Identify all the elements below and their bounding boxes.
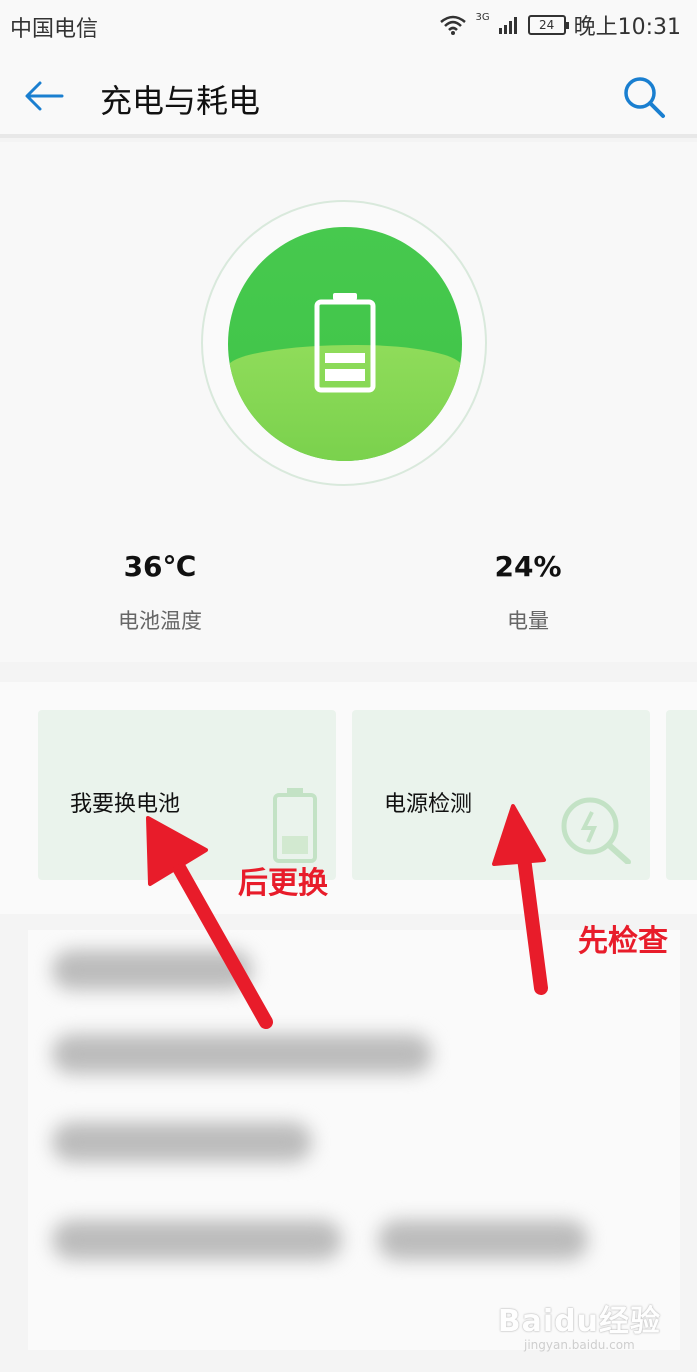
battery-status-icon: 24 [527, 15, 569, 35]
battery-level-value: 24% [494, 550, 562, 583]
battery-gauge [228, 227, 462, 461]
battery-temperature-stat: 36℃ 电池温度 [60, 550, 260, 635]
baidu-jingyan-watermark: Baidu经验 jingyan.baidu.com [498, 1296, 661, 1352]
blurred-row [52, 1034, 432, 1074]
status-time: 晚上10:31 [573, 15, 681, 40]
next-card-peek[interactable] [666, 710, 697, 880]
blurred-list [28, 930, 680, 1350]
replace-battery-card[interactable]: 我要换电池 [38, 710, 336, 880]
temperature-value: 36℃ [123, 550, 197, 583]
status-indicators: 3G 24 晚上10:31 [439, 9, 681, 41]
network-type: 3G [475, 11, 490, 23]
temperature-label: 电池温度 [118, 609, 202, 633]
replace-later-note: 后更换 [238, 866, 328, 901]
check-first-note: 先检查 [578, 924, 668, 959]
back-arrow-icon[interactable] [22, 74, 66, 118]
blurred-row [52, 1220, 342, 1260]
search-icon[interactable] [621, 74, 667, 120]
app-bar: 充电与耗电 [0, 52, 697, 138]
battery-icon [273, 788, 317, 863]
battery-level-icon [314, 293, 376, 393]
watermark-url: jingyan.baidu.com [524, 1338, 635, 1352]
signal-icon [498, 17, 517, 34]
page-title: 充电与耗电 [100, 82, 261, 120]
battery-gauge-ring [201, 200, 487, 486]
action-cards: 我要换电池 电源检测 [0, 682, 697, 914]
power-check-label: 电源检测 [384, 792, 473, 817]
blurred-row [52, 1122, 312, 1162]
battery-overview: 36℃ 电池温度 24% 电量 [0, 142, 697, 662]
power-check-card[interactable]: 电源检测 [352, 710, 650, 880]
carrier-name: 中国电信 [10, 17, 99, 42]
battery-level-label: 电量 [507, 609, 549, 633]
battery-level-stat: 24% 电量 [428, 550, 628, 635]
status-bar: 中国电信 3G 24 晚上10:31 [0, 0, 697, 52]
power-check-icon [561, 797, 631, 864]
blurred-row [52, 950, 252, 990]
blurred-row [378, 1220, 588, 1260]
replace-battery-label: 我要换电池 [70, 792, 181, 817]
wifi-icon [440, 15, 467, 35]
watermark-logo: Baidu经验 [497, 1304, 661, 1339]
